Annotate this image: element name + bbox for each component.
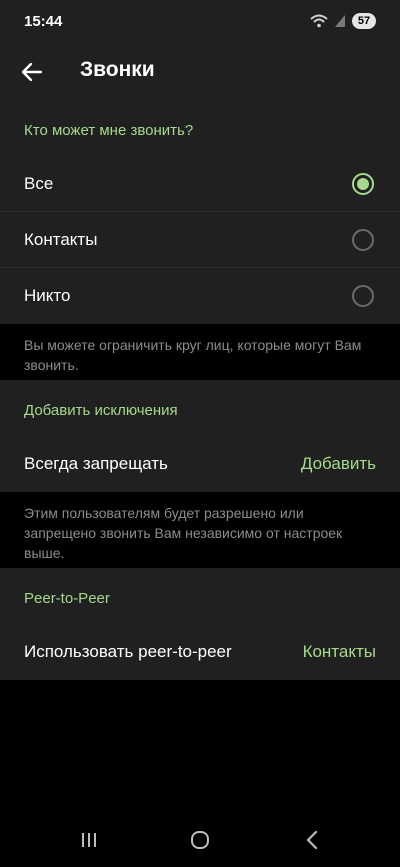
recent-apps-button[interactable] (75, 826, 103, 854)
section-header-p2p: Peer-to-Peer (24, 590, 110, 607)
use-p2p-value: Контакты (302, 642, 376, 661)
always-deny-label: Всегда запрещать (24, 454, 168, 473)
use-p2p-label: Использовать peer-to-peer (24, 642, 232, 661)
system-nav-bar (0, 812, 400, 867)
add-exception-button[interactable]: Добавить (301, 454, 376, 474)
back-nav-button[interactable] (298, 826, 326, 854)
option-contacts[interactable]: Контакты (0, 212, 400, 268)
who-can-call-section: Кто может мне звонить? Все Контакты Никт… (0, 100, 400, 324)
app-bar: Звонки (0, 44, 400, 100)
exceptions-hint: Этим пользователям будет разрешено или з… (0, 492, 400, 568)
back-nav-icon (306, 830, 318, 850)
status-icons: 57 (310, 13, 376, 29)
who-can-call-hint: Вы можете ограничить круг лиц, которые м… (0, 324, 400, 380)
option-everyone[interactable]: Все (0, 156, 400, 212)
option-label: Все (24, 173, 54, 193)
signal-icon (334, 14, 346, 28)
wifi-icon (310, 14, 328, 28)
use-p2p-row[interactable]: Использовать peer-to-peer Контакты (0, 624, 400, 680)
option-label: Контакты (24, 229, 98, 249)
always-deny-row[interactable]: Всегда запрещать Добавить (0, 436, 400, 492)
option-nobody[interactable]: Никто (0, 268, 400, 324)
option-label: Никто (24, 286, 71, 305)
status-time: 15:44 (24, 13, 63, 30)
radio-button[interactable] (352, 229, 374, 251)
section-header-exceptions: Добавить исключения (24, 402, 178, 419)
status-bar: 15:44 57 (0, 0, 400, 44)
home-button[interactable] (186, 826, 214, 854)
recent-apps-icon (82, 833, 96, 847)
home-icon (191, 831, 209, 849)
page-title: Звонки (80, 58, 155, 81)
section-header-who-can-call: Кто может мне звонить? (24, 122, 194, 139)
exceptions-section: Добавить исключения Всегда запрещать Доб… (0, 380, 400, 492)
arrow-left-icon (22, 63, 42, 81)
battery-indicator: 57 (352, 13, 376, 29)
radio-button[interactable] (352, 285, 374, 307)
radio-button-selected[interactable] (352, 173, 374, 195)
p2p-section: Peer-to-Peer Использовать peer-to-peer К… (0, 568, 400, 680)
back-button[interactable] (14, 54, 50, 90)
